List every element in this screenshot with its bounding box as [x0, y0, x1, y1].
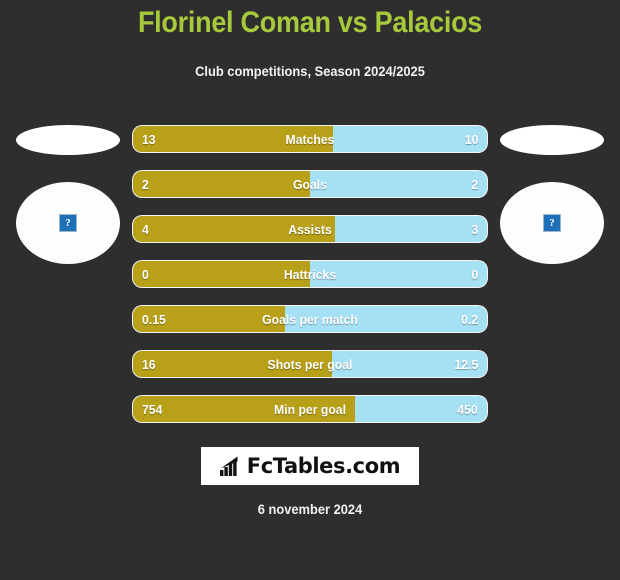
stat-row-assists: 4 Assists 3	[133, 216, 487, 242]
stat-comparison-page: Florinel Coman vs Palacios Club competit…	[0, 0, 620, 580]
stat-row-goals-per-match: 0.15 Goals per match 0.2	[133, 306, 487, 332]
page-title: Florinel Coman vs Palacios	[137, 6, 483, 39]
page-subtitle: Club competitions, Season 2024/2025	[195, 63, 425, 79]
stat-row-shots-per-goal: 16 Shots per goal 12.5	[133, 351, 487, 377]
stat-label: Goals	[293, 176, 327, 192]
away-crest-icon: ?	[500, 182, 604, 264]
fctables-logo[interactable]: FcTables.com	[201, 447, 419, 485]
stat-label: Assists	[288, 221, 332, 237]
stat-bar-list: 13 Matches 10 2 Goals 2 4 Assists 3 0 Ha…	[133, 126, 487, 441]
home-team-graphics: ?	[0, 110, 140, 270]
logo-label: FcTables.com	[246, 453, 401, 478]
date-label: 6 november 2024	[257, 501, 363, 517]
stat-row-min-per-goal: 754 Min per goal 450	[133, 396, 487, 422]
away-flag-icon	[500, 125, 604, 155]
stat-row-goals: 2 Goals 2	[133, 171, 487, 197]
away-value: 10	[464, 131, 478, 147]
stat-label: Min per goal	[274, 401, 346, 417]
away-value: 450	[457, 401, 478, 417]
stat-label: Matches	[285, 131, 335, 147]
bar-chart-icon	[219, 456, 238, 476]
home-crest-icon: ?	[16, 182, 120, 264]
away-value: 3	[471, 221, 478, 237]
away-value: 2	[471, 176, 478, 192]
stat-label: Goals per match	[262, 311, 358, 327]
stat-label: Shots per goal	[267, 356, 353, 372]
broken-image-icon: ?	[59, 214, 77, 232]
away-value: 0.2	[461, 311, 478, 327]
home-flag-icon	[16, 125, 120, 155]
stat-label: Hattricks	[283, 266, 337, 282]
away-team-graphics: ?	[480, 110, 620, 270]
away-value: 12.5	[454, 356, 478, 372]
stat-row-hattricks: 0 Hattricks 0	[133, 261, 487, 287]
broken-image-icon: ?	[543, 214, 561, 232]
stat-row-matches: 13 Matches 10	[133, 126, 487, 152]
away-value: 0	[471, 266, 478, 282]
